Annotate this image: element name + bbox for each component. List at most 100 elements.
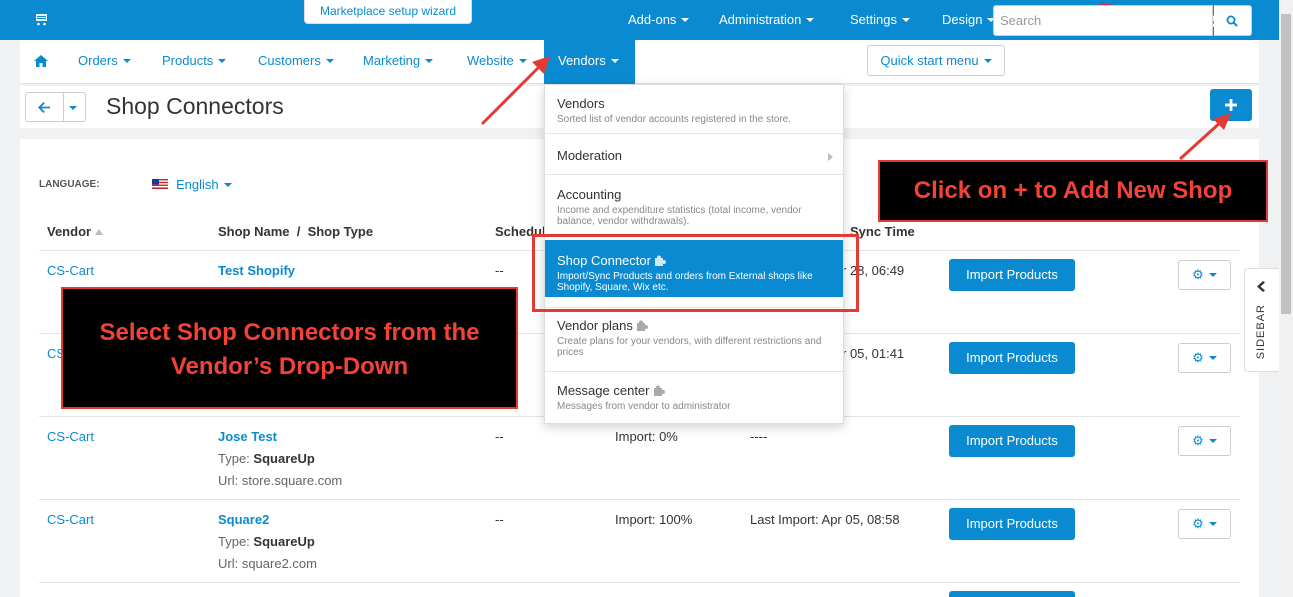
menu-item-title: Vendor plans bbox=[557, 318, 843, 333]
gear-icon: ⚙ bbox=[1192, 350, 1204, 365]
nav-customers[interactable]: Customers bbox=[258, 40, 334, 84]
row-shop-name[interactable]: Square2 bbox=[218, 512, 269, 527]
plus-icon bbox=[1225, 99, 1237, 111]
nav-products[interactable]: Products bbox=[162, 40, 227, 84]
menu-item-accounting[interactable]: Accounting Income and expenditure statis… bbox=[545, 187, 843, 227]
type-value: SquareUp bbox=[253, 534, 315, 549]
nav-website-label: Website bbox=[467, 53, 514, 68]
menu-item-title: Message center bbox=[557, 383, 843, 398]
arrow-left-icon bbox=[38, 102, 50, 113]
type-label: Type: bbox=[218, 451, 254, 466]
home-icon[interactable] bbox=[34, 55, 48, 67]
menu-item-title: Accounting bbox=[557, 187, 622, 202]
cart-icon[interactable] bbox=[36, 12, 47, 26]
nav-website[interactable]: Website bbox=[467, 40, 527, 84]
vendor-plans-label: Vendor plans bbox=[557, 318, 633, 333]
type-value: SquareUp bbox=[253, 451, 315, 466]
menu-item-vendors[interactable]: Vendors Sorted list of vendor accounts r… bbox=[545, 96, 843, 125]
import-products-button-partial[interactable] bbox=[949, 591, 1075, 597]
page-title: Shop Connectors bbox=[106, 93, 284, 119]
chevron-right-icon bbox=[828, 153, 833, 161]
administration-menu[interactable]: Administration bbox=[719, 0, 815, 40]
row-settings-button[interactable]: ⚙ bbox=[1178, 343, 1231, 373]
admin-page: Marketplace setup wizard Add-ons Adminis… bbox=[0, 0, 1279, 597]
chevron-down-icon bbox=[425, 58, 434, 63]
callout-line-2: Vendor’s Drop-Down bbox=[170, 353, 409, 380]
row-settings-button[interactable]: ⚙ bbox=[1178, 426, 1231, 456]
import-products-button[interactable]: Import Products bbox=[949, 425, 1075, 457]
marketplace-setup-wizard-button[interactable]: Marketplace setup wizard bbox=[304, 0, 472, 24]
row-import-status: Import: 0% bbox=[615, 429, 678, 444]
design-menu[interactable]: Design bbox=[942, 0, 996, 40]
row-schedule: -- bbox=[495, 429, 504, 444]
vendor-column-header[interactable]: Vendor bbox=[47, 224, 104, 239]
back-button[interactable] bbox=[25, 92, 86, 122]
row-settings-button[interactable]: ⚙ bbox=[1178, 260, 1231, 290]
row-shop-url: Url: store.square.com bbox=[218, 473, 343, 488]
menu-item-description: Income and expenditure statistics (total… bbox=[557, 205, 802, 227]
quick-start-menu-button[interactable]: Quick start menu bbox=[867, 45, 1005, 76]
menu-divider bbox=[545, 174, 843, 175]
callout-line-1: Select Shop Connectors from the bbox=[99, 319, 480, 346]
row-shop-name[interactable]: Jose Test bbox=[218, 429, 277, 444]
import-products-button[interactable]: Import Products bbox=[949, 342, 1075, 374]
chevron-down-icon bbox=[122, 58, 131, 63]
menu-item-moderation[interactable]: Moderation bbox=[545, 148, 843, 163]
row-shop-name[interactable]: Test Shopify bbox=[218, 263, 295, 278]
gear-icon: ⚙ bbox=[1192, 433, 1204, 448]
row-shop-type: Type: SquareUp bbox=[218, 451, 315, 466]
puzzle-icon bbox=[636, 320, 648, 331]
row-shop-url: Url: square2.com bbox=[218, 556, 317, 571]
nav-customers-label: Customers bbox=[258, 53, 321, 68]
import-products-button[interactable]: Import Products bbox=[949, 259, 1075, 291]
chevron-down-icon[interactable] bbox=[69, 106, 77, 110]
nav-vendors[interactable]: Vendors bbox=[544, 40, 635, 84]
sort-asc-icon bbox=[95, 229, 104, 235]
addons-label: Add-ons bbox=[628, 12, 677, 27]
row-sync-time: r 05, 01:41 bbox=[842, 346, 905, 361]
divider bbox=[63, 93, 64, 121]
row-schedule: -- bbox=[495, 263, 504, 278]
add-shop-callout: Click on + to Add New Shop bbox=[878, 160, 1268, 222]
chevron-left-icon bbox=[1257, 281, 1265, 292]
row-vendor[interactable]: CS-Cart bbox=[47, 429, 94, 444]
language-value: English bbox=[176, 177, 219, 192]
nav-marketing-label: Marketing bbox=[363, 53, 421, 68]
table-divider bbox=[39, 499, 1240, 500]
addons-menu[interactable]: Add-ons bbox=[628, 0, 690, 40]
language-selector[interactable]: English bbox=[176, 177, 232, 192]
search-button[interactable] bbox=[1214, 5, 1252, 36]
menu-item-title: Vendors bbox=[557, 96, 605, 111]
menu-item-message-center[interactable]: Message center Messages from vendor to a… bbox=[545, 383, 843, 412]
nav-vendors-label: Vendors bbox=[558, 53, 606, 68]
vendor-header-label: Vendor bbox=[47, 224, 92, 239]
menu-item-description: Sorted list of vendor accounts registere… bbox=[557, 114, 792, 125]
menu-item-description: Messages from vendor to administrator bbox=[557, 401, 731, 412]
chevron-down-icon bbox=[218, 58, 227, 63]
type-label: Type: bbox=[218, 534, 254, 549]
chevron-down-icon bbox=[518, 58, 527, 63]
gear-icon: ⚙ bbox=[1192, 267, 1204, 282]
row-vendor[interactable]: CS-Cart bbox=[47, 263, 94, 278]
main-nav: Orders Products Customers Marketing Webs… bbox=[20, 40, 1259, 84]
nav-products-label: Products bbox=[162, 53, 214, 68]
puzzle-icon bbox=[653, 385, 665, 396]
table-divider bbox=[39, 582, 1240, 583]
chevron-down-icon bbox=[983, 58, 992, 63]
language-filter-label: LANGUAGE: bbox=[39, 179, 100, 190]
nav-orders[interactable]: Orders bbox=[78, 40, 131, 84]
import-products-button[interactable]: Import Products bbox=[949, 508, 1075, 540]
scrollbar-thumb[interactable] bbox=[1281, 14, 1291, 314]
settings-menu[interactable]: Settings bbox=[850, 0, 910, 40]
row-vendor[interactable]: CS-Cart bbox=[47, 512, 94, 527]
nav-orders-label: Orders bbox=[78, 53, 118, 68]
menu-item-vendor-plans[interactable]: Vendor plans Create plans for your vendo… bbox=[545, 318, 843, 358]
sidebar-toggle[interactable]: SIDEBAR bbox=[1244, 268, 1279, 372]
nav-marketing[interactable]: Marketing bbox=[363, 40, 434, 84]
row-settings-button[interactable]: ⚙ bbox=[1178, 509, 1231, 539]
search-icon bbox=[1226, 15, 1238, 27]
menu-divider bbox=[545, 133, 843, 134]
us-flag-icon bbox=[152, 179, 168, 189]
search-input[interactable] bbox=[993, 5, 1213, 36]
add-shop-button[interactable] bbox=[1210, 89, 1252, 121]
